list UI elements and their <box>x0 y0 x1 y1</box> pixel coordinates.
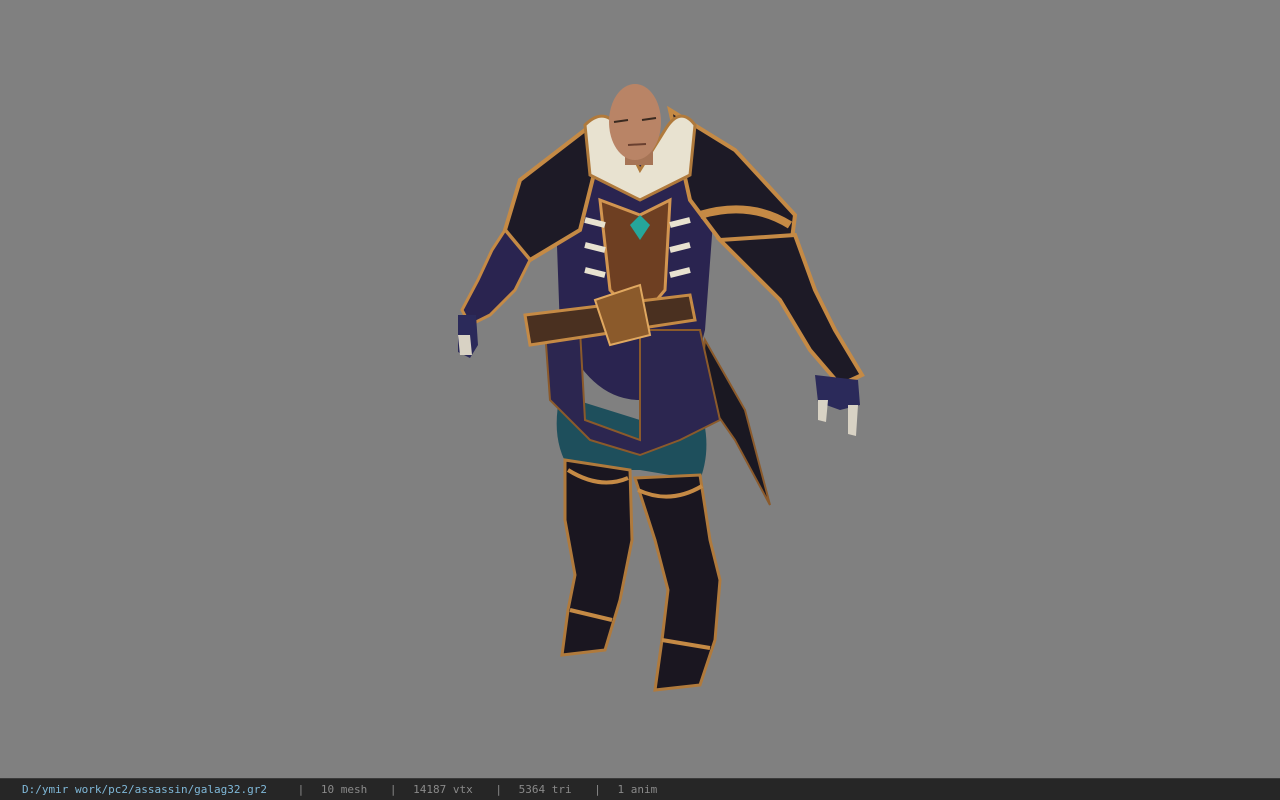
character-model-render <box>458 84 865 692</box>
status-bar: D:/ymir work/pc2/assassin/galag32.gr2 | … <box>0 778 1280 800</box>
status-separator: | <box>594 783 601 796</box>
triangle-count-label: 5364 tri <box>518 783 572 796</box>
animation-count-label: 1 anim <box>617 783 658 796</box>
status-separator: | <box>389 783 397 796</box>
status-separator: | <box>297 783 305 796</box>
status-separator: | <box>495 783 503 796</box>
mesh-count-label: 10 mesh <box>320 783 368 796</box>
vertex-count-label: 14187 vtx <box>413 783 473 796</box>
model-viewport[interactable] <box>0 0 1280 778</box>
file-path-label: D:/ymir work/pc2/assassin/galag32.gr2 <box>22 783 268 796</box>
